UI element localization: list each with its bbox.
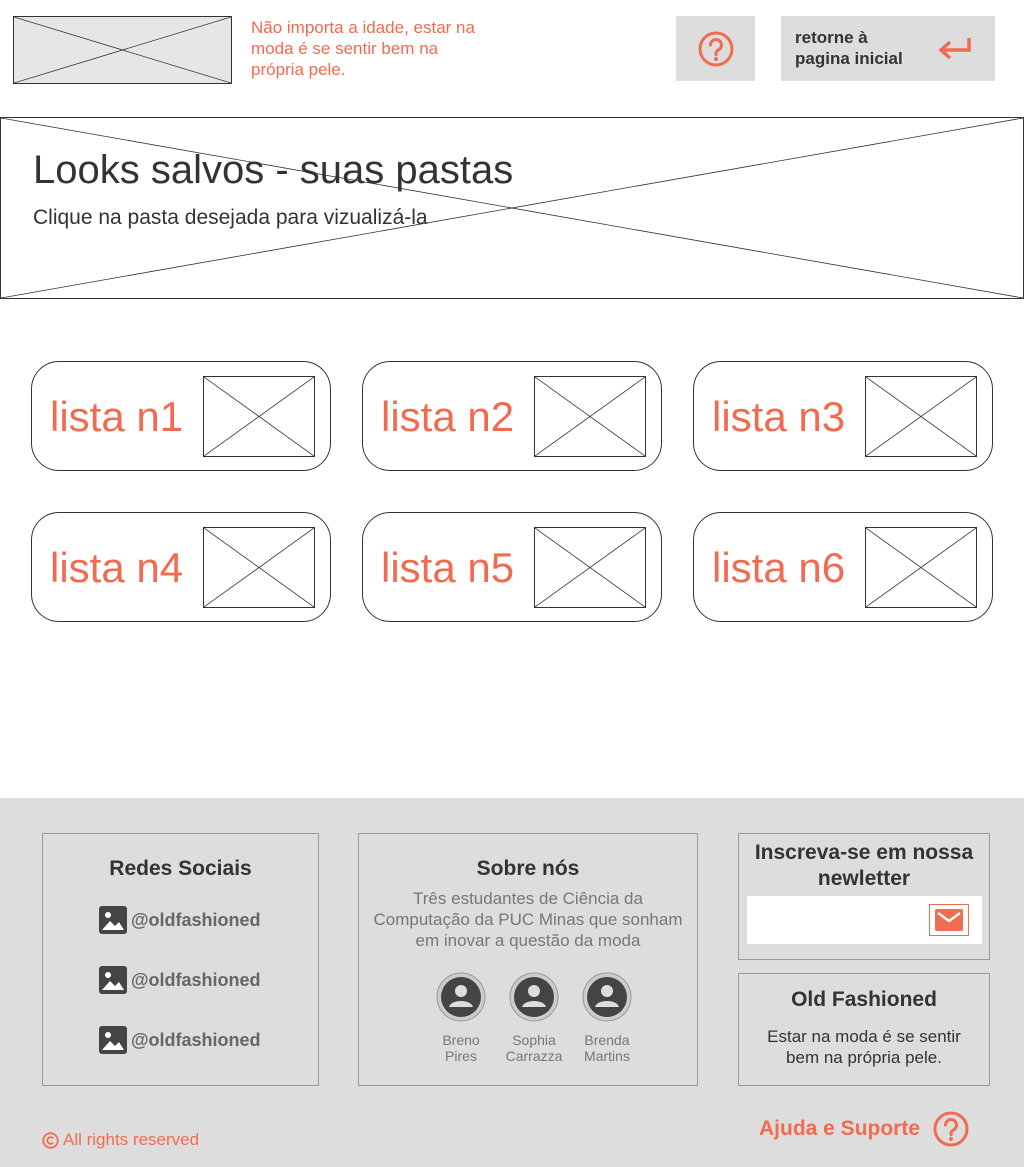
folder-card-1[interactable]: lista n1 (31, 361, 331, 471)
home-button-label: retorne à pagina inicial (795, 28, 903, 68)
support-link[interactable]: Ajuda e Suporte (759, 1110, 970, 1148)
copyright-icon (42, 1131, 59, 1149)
help-circle-icon (933, 1111, 969, 1147)
folder-label: lista n3 (712, 393, 846, 440)
support-label: Ajuda e Suporte (759, 1117, 921, 1140)
social-link-3[interactable]: @oldfashioned (97, 1024, 261, 1056)
folder-thumbnail (534, 527, 646, 608)
folder-card-4[interactable]: lista n4 (31, 512, 331, 622)
social-title: Redes Sociais (109, 857, 252, 880)
return-arrow-icon (938, 38, 971, 60)
newsletter-submit-button[interactable] (929, 904, 969, 936)
user-avatar-icon (582, 972, 632, 1022)
about-description: Três estudantes de Ciência da Computação… (373, 889, 683, 950)
team-member-3: Brenda Martins (572, 972, 642, 1064)
social-handle: @oldfashioned (131, 1029, 261, 1050)
folder-thumbnail (865, 527, 977, 608)
social-link-2[interactable]: @oldfashioned (97, 964, 261, 996)
member-last-name: Martins (584, 1048, 630, 1064)
image-icon (99, 906, 127, 934)
logo-placeholder (13, 16, 232, 84)
social-handle: @oldfashioned (131, 909, 261, 930)
page-banner: Looks salvos - suas pastas Clique na pas… (0, 117, 1024, 299)
brand-title: Old Fashioned (791, 988, 937, 1011)
folder-card-6[interactable]: lista n6 (693, 512, 993, 622)
copyright-text: All rights reserved (63, 1130, 200, 1149)
footer: Redes Sociais @oldfashioned @oldfashione… (0, 798, 1024, 1167)
image-icon (99, 1026, 127, 1054)
folder-thumbnail (534, 376, 646, 457)
user-avatar-icon (509, 972, 559, 1022)
social-link-1[interactable]: @oldfashioned (97, 904, 261, 936)
folder-label: lista n6 (712, 544, 846, 591)
header-tagline: Não importa a idade, estar na moda é se … (251, 18, 475, 79)
folder-label: lista n4 (50, 544, 184, 591)
member-first-name: Brenda (584, 1032, 630, 1048)
help-button[interactable] (676, 16, 755, 81)
folder-thumbnail (203, 527, 315, 608)
member-first-name: Sophia (512, 1032, 556, 1048)
brand-section: Old Fashioned Estar na moda é se sentir … (738, 973, 990, 1086)
about-title: Sobre nós (476, 857, 580, 880)
help-circle-icon (698, 31, 733, 66)
member-last-name: Pires (445, 1048, 477, 1064)
copyright-notice: All rights reserved (42, 1130, 199, 1150)
image-icon (99, 966, 127, 994)
folder-label: lista n2 (381, 393, 515, 440)
page-subtitle: Clique na pasta desejada para vizualizá-… (33, 206, 428, 229)
home-button[interactable]: retorne à pagina inicial (781, 16, 995, 81)
folder-card-5[interactable]: lista n5 (362, 512, 662, 622)
member-last-name: Carrazza (505, 1048, 563, 1064)
member-first-name: Breno (442, 1032, 480, 1048)
brand-slogan: Estar na moda é se sentir bem na própria… (767, 1027, 961, 1067)
social-handle: @oldfashioned (131, 969, 261, 990)
folder-card-3[interactable]: lista n3 (693, 361, 993, 471)
social-section: Redes Sociais @oldfashioned @oldfashione… (42, 833, 319, 1086)
folder-label: lista n1 (50, 393, 184, 440)
about-section: Sobre nós Três estudantes de Ciência da … (358, 833, 698, 1086)
folder-label: lista n5 (381, 544, 515, 591)
newsletter-section: Inscreva-se em nossa newletter (738, 833, 990, 960)
user-avatar-icon (436, 972, 486, 1022)
folder-thumbnail (865, 376, 977, 457)
mail-icon (935, 909, 963, 931)
folder-card-2[interactable]: lista n2 (362, 361, 662, 471)
page-title: Looks salvos - suas pastas (33, 148, 514, 192)
team-member-2: Sophia Carrazza (499, 972, 569, 1064)
folder-thumbnail (203, 376, 315, 457)
team-member-1: Breno Pires (426, 972, 496, 1064)
newsletter-title: Inscreva-se em nossa newletter (754, 841, 974, 890)
